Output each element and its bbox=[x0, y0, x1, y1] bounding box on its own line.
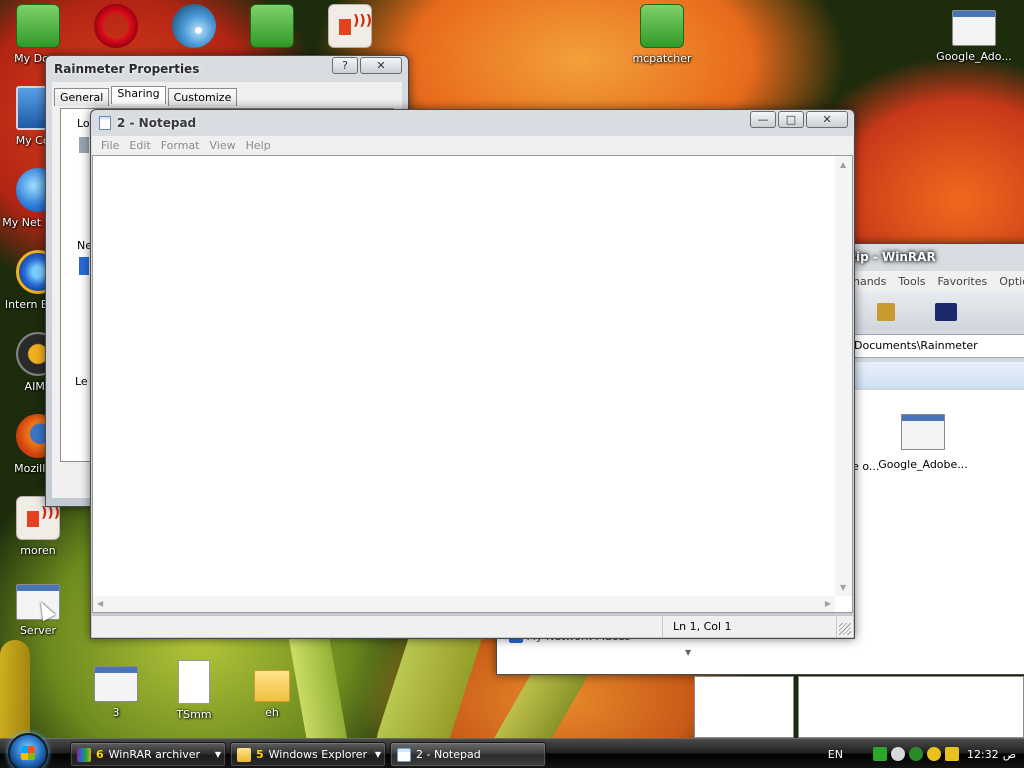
installer-icon bbox=[172, 4, 216, 48]
volume-tray-icon[interactable] bbox=[890, 747, 905, 761]
desktop-icon[interactable]: eh bbox=[234, 660, 310, 719]
app-tray-icon[interactable] bbox=[926, 747, 941, 761]
desktop-icon-label: TSmm bbox=[176, 708, 212, 721]
desktop-icon[interactable]: mcpatcher bbox=[624, 4, 700, 65]
notepad-titlebar[interactable]: 2 - Notepad bbox=[91, 110, 854, 136]
desktop-icon-label: Server bbox=[19, 624, 57, 637]
desktop-icon-label: 3 bbox=[112, 706, 120, 719]
help-button[interactable]: ? bbox=[332, 57, 358, 74]
mcpatcher-icon bbox=[250, 4, 294, 48]
opera-icon bbox=[94, 4, 138, 48]
scroll-right-arrow[interactable]: ▶ bbox=[825, 599, 831, 608]
rainmeter-tabs: General Sharing Customize bbox=[54, 86, 238, 106]
background-window-fragment bbox=[694, 676, 794, 738]
desktop-icon[interactable] bbox=[156, 4, 232, 52]
scroll-left-arrow[interactable]: ◀ bbox=[97, 599, 103, 608]
taskbar-group-winrar[interactable]: 6 WinRAR archiver ▼ bbox=[70, 742, 226, 767]
desktop-icon[interactable] bbox=[234, 4, 310, 52]
maximize-button[interactable]: □ bbox=[778, 111, 804, 128]
clock-time[interactable]: 12:32 bbox=[967, 748, 999, 761]
clock-ampm: ص bbox=[1002, 747, 1016, 761]
winrar-menu-tools[interactable]: Tools bbox=[898, 275, 925, 288]
tab-general[interactable]: General bbox=[54, 88, 110, 106]
horizontal-scrollbar[interactable]: ◀ ▶ bbox=[93, 596, 835, 612]
winrar-menu-options[interactable]: Options bbox=[999, 275, 1024, 288]
tab-customize[interactable]: Customize bbox=[167, 88, 238, 106]
window-icon bbox=[952, 10, 996, 46]
menu-help[interactable]: Help bbox=[241, 139, 276, 152]
file-icon bbox=[178, 660, 210, 704]
cursor-position: Ln 1, Col 1 bbox=[662, 616, 836, 638]
minimize-button[interactable]: — bbox=[750, 111, 776, 128]
toolbar-book-icon[interactable] bbox=[935, 303, 957, 321]
tab-sharing[interactable]: Sharing bbox=[111, 86, 166, 104]
network-share-icon bbox=[79, 257, 89, 275]
winrar-menu-favorites[interactable]: Favorites bbox=[938, 275, 988, 288]
taskbar-group-explorer[interactable]: 5 Windows Explorer ▼ bbox=[230, 742, 386, 767]
folder-icon bbox=[254, 670, 290, 702]
desktop-icon-label: moren bbox=[20, 544, 56, 557]
network-tray-icon[interactable] bbox=[872, 747, 887, 761]
winrar-icon bbox=[77, 747, 91, 762]
menu-file[interactable]: File bbox=[96, 139, 124, 152]
desktop-icon[interactable] bbox=[312, 4, 388, 52]
wallpaper-stem bbox=[0, 640, 30, 738]
notepad-window[interactable]: 2 - Notepad — □ ✕ File Edit Format View … bbox=[90, 109, 855, 639]
desktop-icon[interactable]: TSmm bbox=[156, 660, 232, 721]
notepad-title: 2 - Notepad bbox=[117, 116, 197, 130]
chevron-down-icon: ▼ bbox=[374, 750, 381, 759]
notepad-statusbar: Ln 1, Col 1 bbox=[92, 615, 853, 638]
scroll-up-arrow[interactable]: ▲ bbox=[840, 160, 846, 169]
folder-icon bbox=[237, 747, 251, 762]
notepad-menubar: File Edit Format View Help bbox=[92, 136, 853, 155]
panel-label-fragment: Lo bbox=[77, 117, 90, 130]
winrar-title: zip - WinRAR bbox=[849, 250, 936, 264]
desktop-icon[interactable]: Google_Ado... bbox=[936, 4, 1012, 63]
scroll-down-arrow[interactable]: ▼ bbox=[685, 648, 691, 657]
notepad-icon bbox=[397, 747, 411, 762]
desktop-icon-label: Google_Ado... bbox=[936, 50, 1012, 63]
notepad-edit-area: ▲ ▼ ◀ ▶ bbox=[92, 155, 853, 613]
file-item[interactable]: Google_Adobe... bbox=[877, 414, 969, 471]
desktop-icon[interactable] bbox=[78, 4, 154, 52]
notepad-icon bbox=[99, 116, 111, 130]
notepad-caption-buttons: — □ ✕ bbox=[750, 111, 848, 128]
taskbar: 6 WinRAR archiver ▼ 5 Windows Explorer ▼… bbox=[0, 733, 1024, 768]
chevron-down-icon: ▼ bbox=[214, 750, 221, 759]
taskbar-notepad[interactable]: 2 - Notepad bbox=[390, 742, 546, 767]
window-icon bbox=[94, 666, 138, 702]
menu-view[interactable]: View bbox=[205, 139, 241, 152]
shield-tray-icon[interactable] bbox=[908, 747, 923, 761]
winrar-menu-commands[interactable]: nands bbox=[853, 275, 886, 288]
system-tray: EN 12:32 ص bbox=[828, 739, 1024, 768]
file-label: Google_Adobe... bbox=[878, 458, 968, 471]
menu-edit[interactable]: Edit bbox=[124, 139, 155, 152]
vertical-scrollbar[interactable]: ▲ ▼ bbox=[835, 156, 852, 596]
resize-grip[interactable] bbox=[839, 623, 851, 635]
desktop-icon[interactable]: 3 bbox=[78, 660, 154, 719]
menu-format[interactable]: Format bbox=[156, 139, 205, 152]
rainmeter-caption-buttons: ? ✕ bbox=[332, 57, 402, 74]
documents-icon bbox=[16, 4, 60, 48]
window-icon bbox=[901, 414, 945, 450]
winrar-path-text: Documents\Rainmeter bbox=[854, 339, 978, 352]
speaker-icon bbox=[328, 4, 372, 48]
notepad-text-input[interactable] bbox=[95, 158, 834, 595]
desktop-icon-label: eh bbox=[265, 706, 279, 719]
toolbar-book-icon[interactable] bbox=[877, 303, 895, 321]
messenger-tray-icon[interactable] bbox=[944, 747, 959, 761]
share-icon bbox=[79, 137, 89, 153]
start-button[interactable] bbox=[8, 733, 48, 768]
close-button[interactable]: ✕ bbox=[360, 57, 402, 74]
rainmeter-title: Rainmeter Properties bbox=[54, 62, 200, 76]
mcpatcher-icon bbox=[640, 4, 684, 48]
background-window-fragment bbox=[798, 676, 1024, 738]
language-indicator[interactable]: EN bbox=[828, 748, 843, 761]
panel-label-fragment: Le bbox=[75, 375, 88, 388]
close-button[interactable]: ✕ bbox=[806, 111, 848, 128]
desktop-icon-label: mcpatcher bbox=[632, 52, 692, 65]
scroll-down-arrow[interactable]: ▼ bbox=[840, 583, 846, 592]
